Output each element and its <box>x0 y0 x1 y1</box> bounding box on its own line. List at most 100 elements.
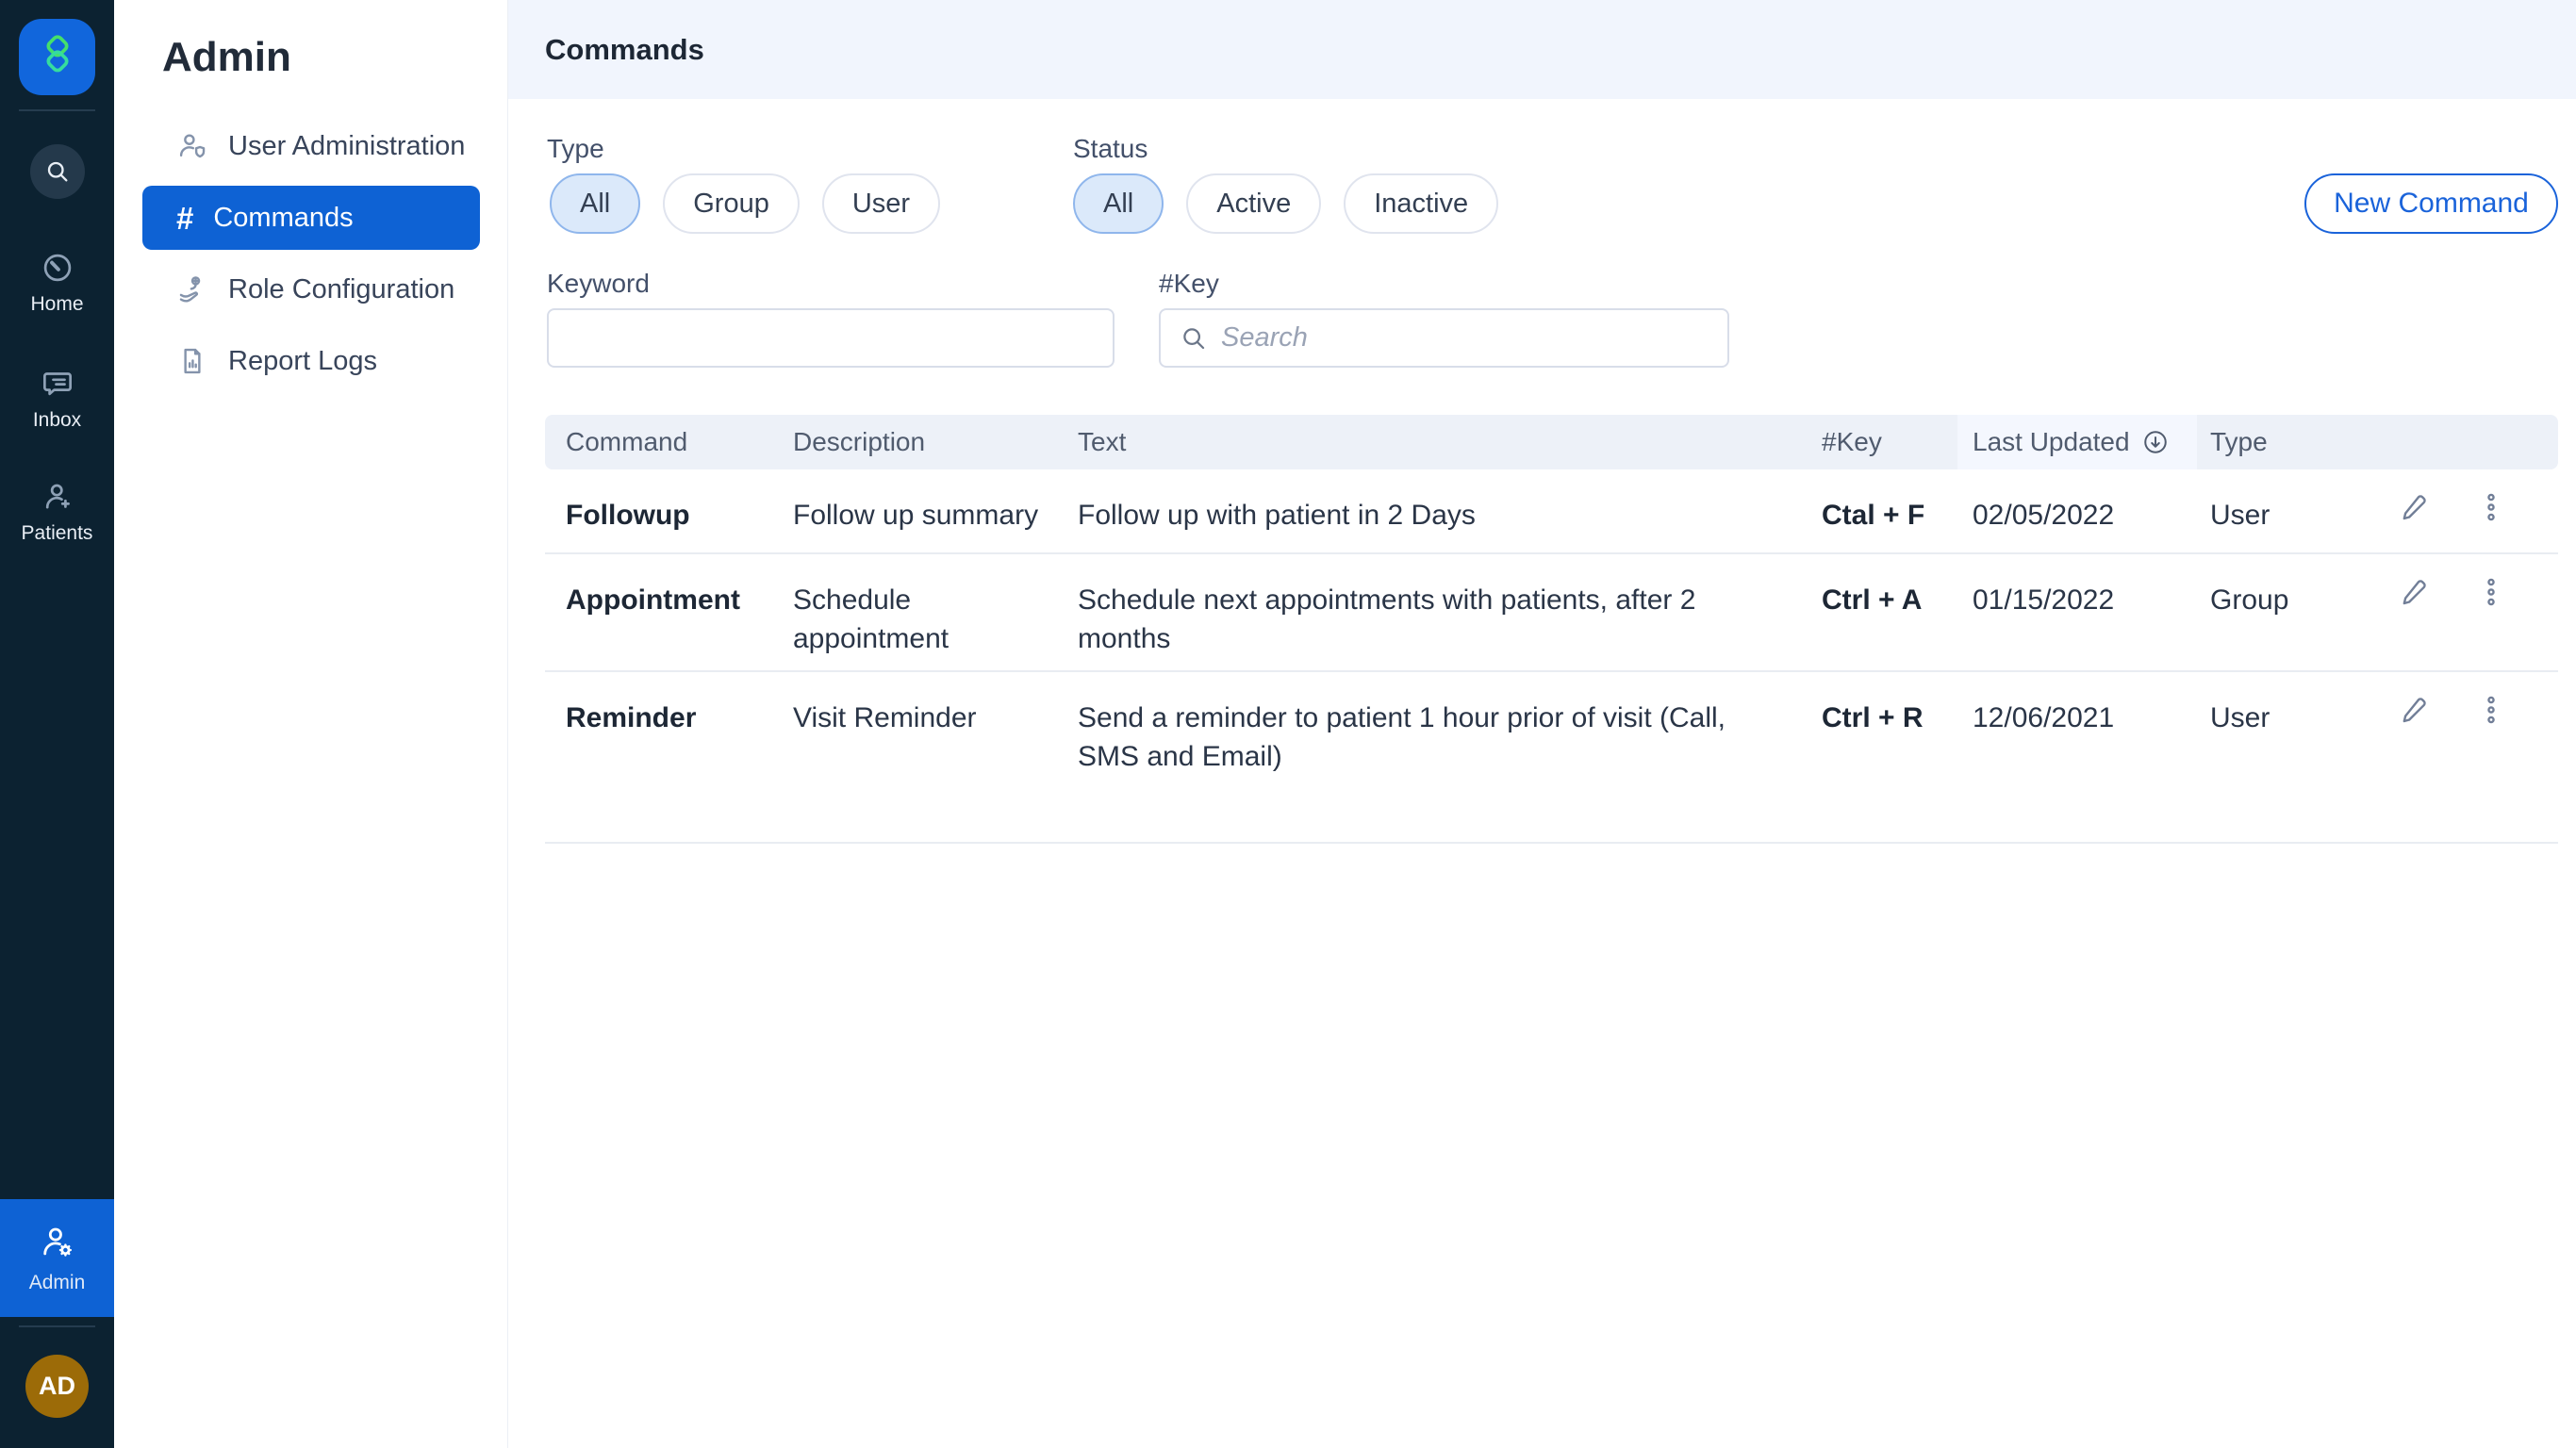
more-options-button[interactable] <box>2474 490 2508 524</box>
commands-table: Command Description Text #Key Last Updat… <box>545 415 2558 844</box>
new-command-button[interactable]: New Command <box>2304 173 2558 234</box>
more-options-button[interactable] <box>2474 693 2508 727</box>
rail-item-admin[interactable]: Admin <box>0 1199 114 1317</box>
column-header-label: Last Updated <box>1973 427 2130 457</box>
cell-description: Visit Reminder <box>793 672 1076 738</box>
person-plus-icon <box>41 480 74 514</box>
user-shield-icon <box>176 130 208 162</box>
brand-interlock-icon <box>33 33 82 82</box>
cell-description: Schedule appointment <box>793 554 1076 658</box>
type-chip-all[interactable]: All <box>550 173 640 234</box>
rail-item-label: Admin <box>29 1272 86 1294</box>
panel-title: Admin <box>162 34 291 81</box>
pencil-icon <box>2397 575 2431 609</box>
column-header-description: Description <box>793 427 1078 457</box>
rail-item-home[interactable]: Home <box>0 251 114 316</box>
rail-divider-top <box>19 109 95 111</box>
edit-button[interactable] <box>2397 490 2431 524</box>
cell-key: Ctal + F <box>1822 469 1973 535</box>
cell-last-updated: 12/06/2021 <box>1973 672 2210 738</box>
keyword-label: Keyword <box>547 269 650 299</box>
rail-item-label: Inbox <box>33 409 81 432</box>
column-header-text: Text <box>1078 427 1822 457</box>
hash-icon: # <box>176 203 193 234</box>
more-options-button[interactable] <box>2474 575 2508 609</box>
person-gear-icon <box>38 1223 77 1262</box>
table-row: Appointment Schedule appointment Schedul… <box>545 554 2558 672</box>
cell-type: Group <box>2210 554 2389 620</box>
rail-search-button[interactable] <box>30 144 85 199</box>
edit-button[interactable] <box>2397 575 2431 609</box>
nav-item-label: Role Configuration <box>228 274 454 305</box>
column-header-type: Type <box>2210 427 2389 457</box>
cell-type: User <box>2210 469 2389 535</box>
app-logo[interactable] <box>19 19 95 95</box>
nav-item-commands[interactable]: # Commands <box>142 186 480 250</box>
kebab-menu-icon <box>2474 693 2508 727</box>
table-header-row: Command Description Text #Key Last Updat… <box>545 415 2558 469</box>
cell-last-updated: 01/15/2022 <box>1973 554 2210 620</box>
rail-item-label: Home <box>30 293 83 316</box>
pencil-icon <box>2397 693 2431 727</box>
key-search-input[interactable] <box>1221 322 1709 354</box>
main-content: Commands Type All Group User Status All … <box>508 0 2576 1448</box>
cell-last-updated: 02/05/2022 <box>1973 469 2210 535</box>
search-icon <box>1180 324 1208 353</box>
type-filter-label: Type <box>547 134 604 164</box>
table-row: Followup Follow up summary Follow up wit… <box>545 469 2558 554</box>
column-header-command: Command <box>566 427 793 457</box>
cell-key: Ctrl + A <box>1822 554 1973 620</box>
page-header: Commands <box>508 0 2576 99</box>
search-icon <box>44 158 71 185</box>
cell-text: Follow up with patient in 2 Days <box>1078 469 1794 535</box>
cell-command: Followup <box>566 469 793 535</box>
app-screen: Home Inbox Patients <box>0 0 2576 1448</box>
rail-item-patients[interactable]: Patients <box>0 480 114 545</box>
nav-item-label: Commands <box>213 203 353 234</box>
nav-item-user-administration[interactable]: User Administration <box>142 114 480 178</box>
row-actions <box>2389 554 2537 609</box>
nav-item-label: User Administration <box>228 131 465 162</box>
cell-command: Reminder <box>566 672 793 738</box>
table-row: Reminder Visit Reminder Send a reminder … <box>545 672 2558 844</box>
admin-nav-panel: Admin User Administration # Commands <box>114 0 508 1448</box>
nav-item-report-logs[interactable]: Report Logs <box>142 329 480 393</box>
rail-item-inbox[interactable]: Inbox <box>0 367 114 432</box>
key-label: #Key <box>1159 269 1219 299</box>
cell-type: User <box>2210 672 2389 738</box>
rail-divider-bottom <box>19 1325 95 1327</box>
status-chip-all[interactable]: All <box>1073 173 1164 234</box>
type-filter-chips: All Group User <box>550 173 940 234</box>
column-header-last-updated[interactable]: Last Updated <box>1957 415 2197 469</box>
cell-text: Send a reminder to patient 1 hour prior … <box>1078 672 1794 776</box>
kebab-menu-icon <box>2474 575 2508 609</box>
cell-description: Follow up summary <box>793 469 1076 535</box>
rail-item-label: Patients <box>22 522 93 545</box>
key-search-field[interactable] <box>1159 308 1729 368</box>
page-title: Commands <box>545 33 704 67</box>
arrow-down-circle-icon <box>2141 428 2170 456</box>
row-actions <box>2389 469 2537 524</box>
user-avatar[interactable]: AD <box>25 1355 89 1418</box>
app-rail: Home Inbox Patients <box>0 0 114 1448</box>
hand-plus-icon <box>176 273 208 305</box>
column-header-key: #Key <box>1822 427 1973 457</box>
cell-key: Ctrl + R <box>1822 672 1973 738</box>
status-filter-chips: All Active Inactive <box>1073 173 1498 234</box>
kebab-menu-icon <box>2474 490 2508 524</box>
cell-text: Schedule next appointments with patients… <box>1078 554 1794 658</box>
status-chip-active[interactable]: Active <box>1186 173 1321 234</box>
nav-item-role-configuration[interactable]: Role Configuration <box>142 257 480 321</box>
nav-item-label: Report Logs <box>228 346 377 377</box>
chat-icon <box>41 367 74 401</box>
row-actions <box>2389 672 2537 727</box>
type-chip-user[interactable]: User <box>822 173 940 234</box>
report-icon <box>176 345 208 377</box>
cell-command: Appointment <box>566 554 793 620</box>
status-chip-inactive[interactable]: Inactive <box>1344 173 1498 234</box>
edit-button[interactable] <box>2397 693 2431 727</box>
type-chip-group[interactable]: Group <box>663 173 800 234</box>
gauge-icon <box>41 251 74 285</box>
status-filter-label: Status <box>1073 134 1148 164</box>
keyword-input[interactable] <box>547 308 1115 368</box>
